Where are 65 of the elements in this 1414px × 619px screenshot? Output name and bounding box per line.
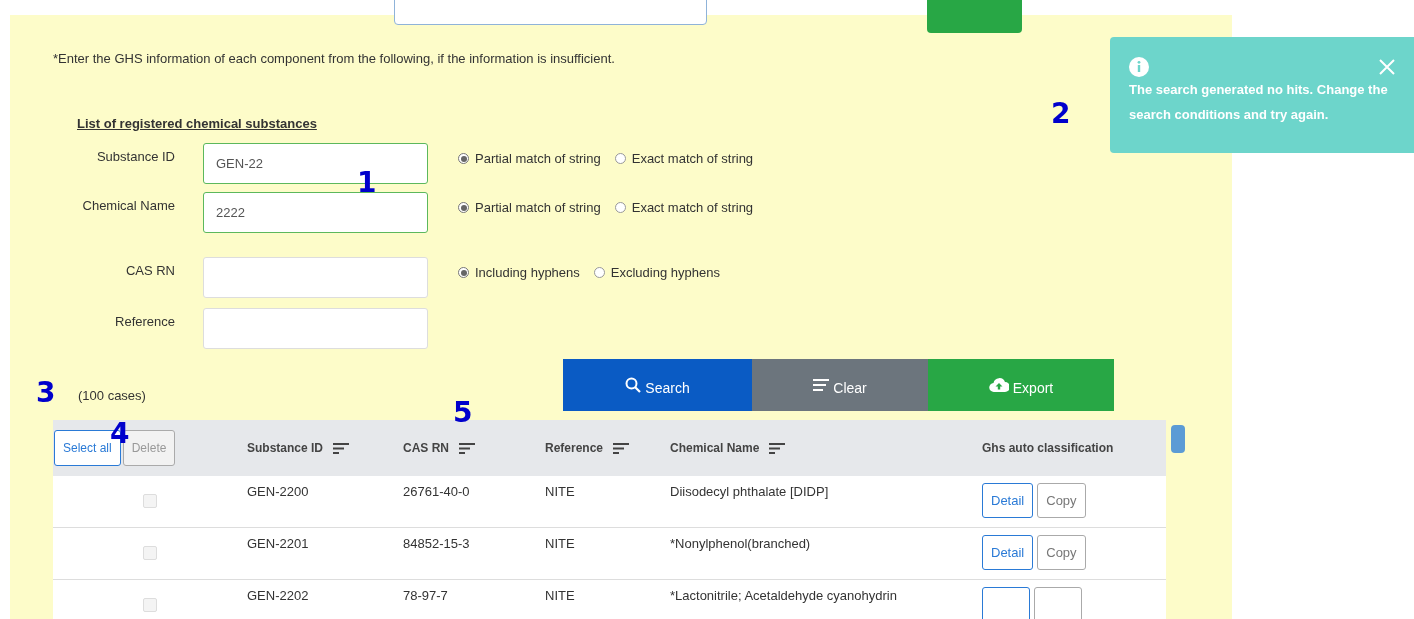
search-icon [625, 377, 642, 393]
copy-button[interactable] [1034, 587, 1082, 619]
copy-button[interactable]: Copy [1037, 483, 1086, 518]
sort-icon[interactable] [459, 442, 475, 454]
cloud-upload-icon [988, 377, 1009, 393]
result-count: (100 cases) [78, 386, 147, 405]
field-label: Reference [114, 313, 175, 331]
radio-button[interactable] [614, 202, 626, 214]
search-button[interactable]: Search [563, 359, 752, 411]
input-field[interactable] [203, 308, 428, 349]
sort-icon[interactable] [333, 442, 350, 454]
radio-button[interactable] [458, 202, 469, 214]
scrollbar-thumb[interactable] [1171, 425, 1185, 453]
column-header[interactable]: Ghs auto classification [982, 439, 1114, 457]
table-cell: 26761-40-0 [403, 484, 470, 499]
sort-icon[interactable] [613, 442, 630, 454]
field-label: CAS RN [124, 262, 175, 280]
lines-icon [813, 379, 830, 391]
radio-button[interactable] [593, 267, 605, 279]
radio-button[interactable] [614, 153, 626, 165]
detail-button[interactable]: Detail [982, 535, 1034, 570]
detail-button[interactable]: Detail [982, 483, 1034, 518]
table-cell: 78-97-7 [403, 588, 448, 603]
column-header[interactable]: Substance ID [247, 439, 324, 457]
annotation-number: 3 [36, 377, 56, 409]
column-header[interactable]: CAS RN [403, 439, 449, 457]
annotation-number: 5 [453, 397, 473, 429]
toast-message: The search generated no hits. Change the search conditions and try again. [1129, 81, 1389, 124]
option-label[interactable]: Exact match of string [631, 149, 754, 169]
clear-button[interactable]: Clear [752, 359, 928, 411]
radio-button[interactable] [458, 267, 469, 279]
option-label[interactable]: Partial match of string [475, 149, 601, 169]
table-cell: NITE [545, 588, 575, 603]
table-cell: GEN-2201 [247, 536, 309, 551]
table-cell: Diisodecyl phthalate [DIDP] [670, 484, 829, 499]
option-label[interactable]: Including hyphens [475, 263, 580, 283]
radio-button[interactable] [458, 153, 469, 165]
detail-button[interactable] [982, 587, 1030, 619]
row-checkbox[interactable] [143, 494, 157, 508]
text-field[interactable] [394, 0, 707, 25]
input-field[interactable] [203, 257, 428, 298]
table-cell: *Nonylphenol(branched) [670, 536, 811, 551]
copy-button[interactable]: Copy [1037, 535, 1086, 570]
instruction-text: *Enter the GHS information of each component from the following, if the information is insufficient. [53, 50, 615, 68]
option-label[interactable]: Excluding hyphens [610, 263, 720, 283]
option-label[interactable]: Exact match of string [631, 198, 754, 218]
input-field[interactable]: 2222 [203, 192, 428, 233]
table-cell: NITE [545, 484, 575, 499]
row-checkbox[interactable] [143, 598, 157, 612]
field-label: Chemical Name [81, 197, 175, 215]
table-cell: NITE [545, 536, 575, 551]
table-cell: *Lactonitrile; Acetaldehyde cyanohydrin [670, 588, 897, 603]
column-header[interactable]: Reference [545, 439, 604, 457]
column-header[interactable]: Chemical Name [670, 439, 760, 457]
section-title: List of registered chemical substances [77, 114, 317, 133]
option-label[interactable]: Partial match of string [475, 198, 601, 218]
annotation-number: 2 [1051, 98, 1071, 130]
table-cell: 84852-15-3 [403, 536, 470, 551]
close-icon[interactable] [1379, 59, 1395, 75]
info-icon [1129, 57, 1149, 77]
sort-icon[interactable] [769, 442, 786, 454]
table-cell: GEN-2202 [247, 588, 309, 603]
field-label: Substance ID [95, 148, 175, 166]
table-cell: GEN-2200 [247, 484, 309, 499]
row-checkbox[interactable] [143, 546, 157, 560]
